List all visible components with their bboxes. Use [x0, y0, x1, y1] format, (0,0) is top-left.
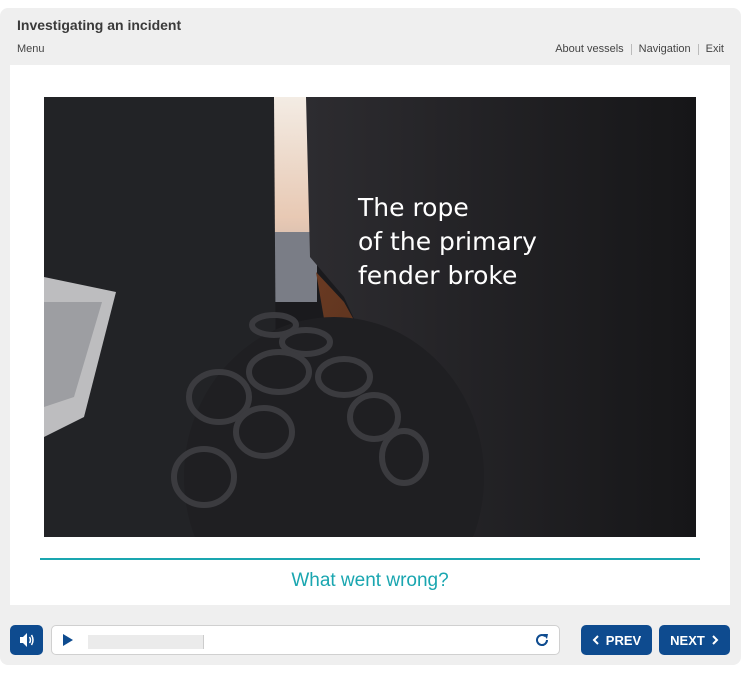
menu-link[interactable]: Menu [17, 43, 45, 55]
progress-end [203, 635, 204, 649]
play-button[interactable] [62, 633, 74, 652]
chevron-right-icon [712, 635, 719, 645]
progress-bar[interactable] [88, 635, 204, 649]
play-icon [63, 634, 73, 646]
video-frame: The rope of the primary fender broke [44, 97, 696, 537]
slide-caption: The rope of the primary fender broke [358, 193, 537, 290]
media-player [51, 625, 560, 655]
top-links: About vessels Navigation Exit [555, 43, 724, 55]
replay-icon [536, 634, 549, 646]
chevron-left-icon [592, 635, 599, 645]
slide-content: The rope of the primary fender broke Wha… [10, 65, 730, 605]
ship-fender-scene [44, 97, 696, 537]
sound-toggle-button[interactable] [10, 625, 43, 655]
course-frame: Investigating an incident Menu About ves… [0, 8, 741, 665]
question-heading: What went wrong? [291, 570, 449, 591]
divider-line [40, 558, 700, 560]
next-label: NEXT [670, 632, 705, 648]
next-button[interactable]: NEXT [659, 625, 730, 655]
bottom-bar: PREV NEXT [10, 621, 730, 655]
navigation-link[interactable]: Navigation [639, 43, 691, 55]
exit-link[interactable]: Exit [706, 43, 724, 55]
about-vessels-link[interactable]: About vessels [555, 43, 623, 55]
prev-button[interactable]: PREV [581, 625, 652, 655]
link-separator [697, 43, 699, 55]
link-separator [630, 43, 632, 55]
course-title: Investigating an incident [17, 17, 182, 33]
replay-button[interactable] [534, 632, 550, 653]
prev-label: PREV [605, 632, 642, 648]
speaker-icon [19, 633, 34, 647]
